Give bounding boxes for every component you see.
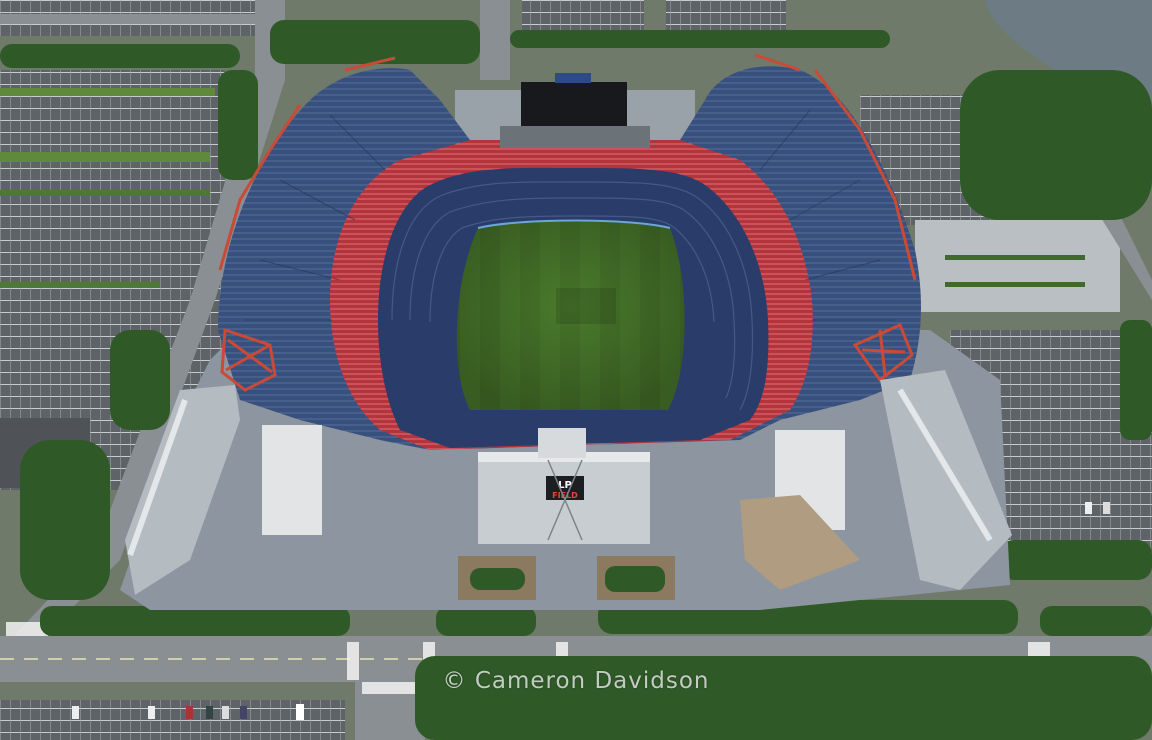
stadium-aerial-photo: LP FIELD © Cameron Davidson (0, 0, 1152, 740)
parking-lot-top-2 (666, 0, 786, 32)
parking-lot-bottom (0, 700, 345, 740)
photo-watermark: © Cameron Davidson (442, 668, 710, 694)
playing-field (456, 219, 685, 410)
photo-canvas: LP FIELD (0, 0, 1152, 740)
field-shadow (556, 288, 616, 324)
